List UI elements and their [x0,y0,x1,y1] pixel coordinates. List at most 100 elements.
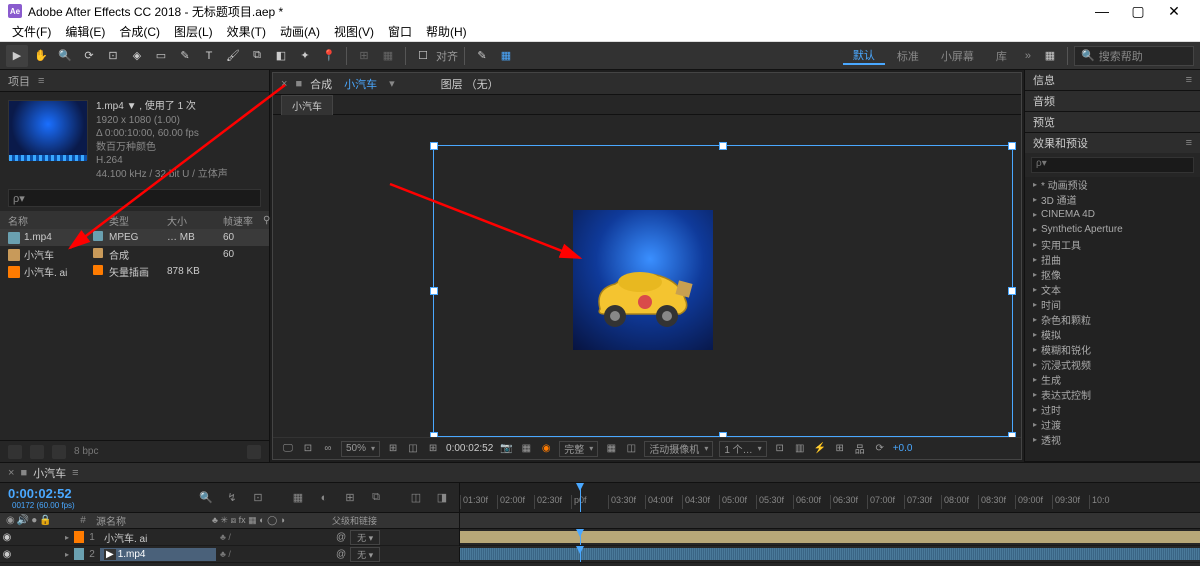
new-folder-icon[interactable] [30,445,44,459]
pen-tool[interactable]: ✎ [174,45,196,67]
render-icon[interactable]: ◫ [407,489,425,507]
timeline-layer-row[interactable]: ◉ ▸ 2 ▶1.mp4 ♣ / @无 ▾ [0,546,1200,563]
resize-handle[interactable] [430,432,438,437]
footage-layer[interactable] [573,210,713,350]
camera-tool[interactable]: ⊡ [102,45,124,67]
menu-view[interactable]: 视图(V) [328,22,380,41]
lock-column-icon[interactable]: 🔒 [39,515,51,526]
roto-tool[interactable]: ✦ [294,45,316,67]
zoom-tool[interactable]: 🔍 [54,45,76,67]
timeline-ruler[interactable]: 01:30f02:00f02:30fp0f03:30f04:00f04:30f0… [460,483,1200,512]
effect-category[interactable]: 沉浸式视频 [1025,357,1200,372]
effect-category[interactable]: * 动画预设 [1025,177,1200,192]
effect-category[interactable]: 实用工具 [1025,237,1200,252]
camera-dropdown[interactable]: 活动摄像机 [644,441,713,457]
snap-align[interactable]: ▦ [377,45,399,67]
draft3d-icon[interactable]: ⧉ [367,489,385,507]
orbit-tool[interactable]: ⟳ [78,45,100,67]
menu-help[interactable]: 帮助(H) [420,22,473,41]
effect-category[interactable]: 时间 [1025,297,1200,312]
effects-panel-title[interactable]: 效果和预设 [1033,135,1088,151]
snapshot-icon[interactable]: 📷 [499,442,513,456]
workspace-small[interactable]: 小屏幕 [931,48,984,64]
resize-handle[interactable] [1008,432,1016,437]
monitor-icon[interactable]: 🖵 [281,442,295,456]
views-dropdown[interactable]: 1 个… [719,441,766,457]
timeline-current-time[interactable]: 0:00:02:52 [8,486,75,501]
effects-search[interactable]: ρ▾ [1031,157,1194,173]
resize-handle[interactable] [1008,287,1016,295]
resize-handle[interactable] [1008,142,1016,150]
menu-animation[interactable]: 动画(A) [274,22,326,41]
interpret-footage-icon[interactable] [8,445,22,459]
preview-panel-title[interactable]: 预览 [1033,114,1055,130]
layer-bounding-box[interactable] [433,145,1013,437]
type-tool[interactable]: T [198,45,220,67]
eye-column-icon[interactable]: ◉ [6,515,15,526]
aa-icon[interactable]: ◨ [433,489,451,507]
project-row[interactable]: 小汽车. ai 矢量插画878 KB [0,263,269,280]
guides-icon[interactable]: ⊡ [773,442,787,456]
new-comp-icon[interactable] [52,445,66,459]
comp-subtab[interactable]: 小汽车 [281,95,333,115]
ratio-icon[interactable]: ⊞ [386,442,400,456]
ruler-icon[interactable]: ▥ [793,442,807,456]
effect-category[interactable]: 模糊和锐化 [1025,342,1200,357]
align-toggle[interactable]: ☐ [412,45,434,67]
comp-tab-active[interactable]: 小汽车 [344,76,377,92]
timeline-tab-name[interactable]: 小汽车 [33,465,66,481]
shape-tool[interactable]: ▭ [150,45,172,67]
effect-category[interactable]: 过时 [1025,402,1200,417]
clone-tool[interactable]: ⧉ [246,45,268,67]
layer-name[interactable]: ▶1.mp4 [100,548,216,561]
menu-window[interactable]: 窗口 [382,22,418,41]
menu-edit[interactable]: 编辑(E) [59,22,111,41]
item-thumbnail[interactable] [8,100,88,160]
parent-dropdown[interactable]: @无 ▾ [336,547,456,562]
source-name-header[interactable]: 源名称 [92,513,212,528]
shy-icon[interactable]: ⊡ [249,489,267,507]
flowchart-icon[interactable]: 品 [853,442,867,456]
hand-tool[interactable]: ✋ [30,45,52,67]
timeline-layer-row[interactable]: ◉ ▸ 1 小汽车. ai ♣ / @无 ▾ [0,529,1200,546]
project-row[interactable]: 1.mp4 MPEG… MB60 [0,229,269,246]
menu-layer[interactable]: 图层(L) [168,22,219,41]
timeline-icon[interactable]: ⊞ [833,442,847,456]
timeline-tab-close[interactable]: × [8,467,14,479]
bpc-label[interactable]: 8 bpc [74,446,98,457]
visibility-toggle[interactable]: ◉ [0,532,14,543]
panel-menu-icon[interactable]: ≡ [38,75,44,87]
close-button[interactable]: ✕ [1156,3,1192,20]
maximize-button[interactable]: ▢ [1120,3,1156,20]
minimize-button[interactable]: — [1084,3,1120,19]
audio-panel-title[interactable]: 音频 [1033,93,1055,109]
brush-tool[interactable]: 🖌 [222,45,244,67]
selection-tool[interactable]: ▶ [6,45,28,67]
delete-icon[interactable] [247,445,261,459]
exposure-value[interactable]: +0.0 [893,443,913,454]
parent-dropdown[interactable]: @无 ▾ [336,530,456,545]
channel-icon[interactable]: ◉ [539,442,553,456]
info-panel-title[interactable]: 信息 [1033,72,1055,88]
effect-category[interactable]: 模拟 [1025,327,1200,342]
anchor-tool[interactable]: ◈ [126,45,148,67]
workspace-menu[interactable]: ▦ [1039,45,1061,67]
show-snapshot-icon[interactable]: ▦ [519,442,533,456]
zoom-dropdown[interactable]: 50% [341,441,380,457]
mask-tool[interactable]: ✎ [471,45,493,67]
visibility-toggle[interactable]: ◉ [0,549,14,560]
composition-viewport[interactable] [273,115,1021,437]
resize-handle[interactable] [719,432,727,437]
effect-category[interactable]: 3D 通道 [1025,192,1200,207]
effect-category[interactable]: 文本 [1025,282,1200,297]
solo-column-icon[interactable]: ● [31,515,37,526]
workspace-standard[interactable]: 标准 [887,48,929,64]
roi-icon[interactable]: ◫ [624,442,638,456]
transparency-icon[interactable]: ▦ [604,442,618,456]
resize-handle[interactable] [430,287,438,295]
help-search[interactable]: 🔍搜索帮助 [1074,46,1194,66]
project-search[interactable]: ρ▾ [8,189,261,207]
vr-icon[interactable]: ∞ [321,442,335,456]
panel-menu-icon[interactable]: ≡ [1186,137,1192,149]
effect-category[interactable]: 生成 [1025,372,1200,387]
